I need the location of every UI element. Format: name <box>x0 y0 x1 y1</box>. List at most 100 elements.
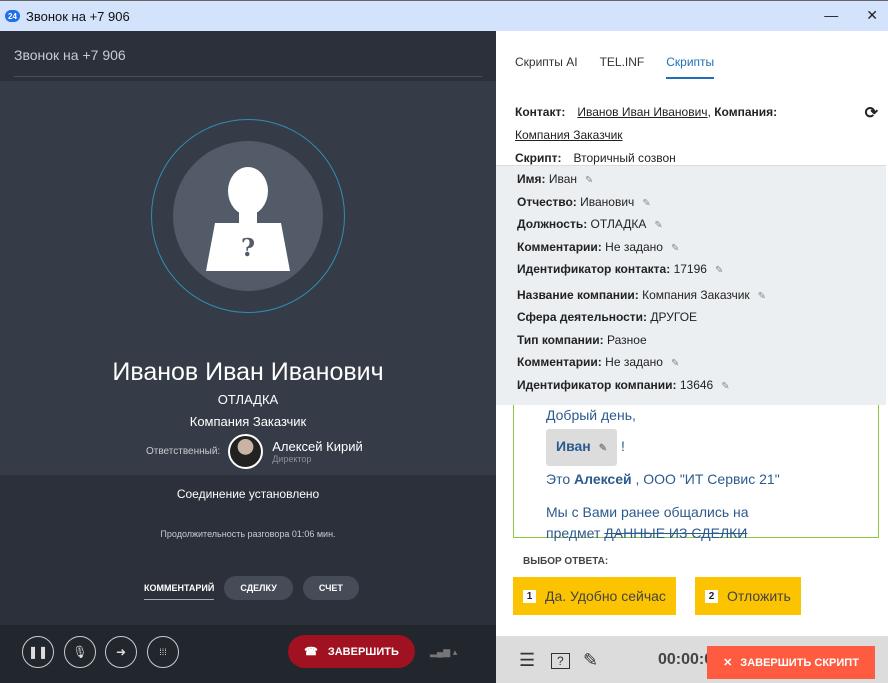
field-value: Компания Заказчик <box>642 287 750 302</box>
help-icon[interactable]: ? <box>551 653 570 669</box>
contact-company: Компания Заказчик <box>189 414 307 429</box>
microphone-icon: 🎙 <box>72 645 88 659</box>
pencil-icon[interactable]: ✎ <box>642 198 650 209</box>
script-info: Контакт: Иванов Иван Иванович, Компания: … <box>515 105 778 165</box>
pause-icon: ❚❚ <box>27 645 49 659</box>
script-line: Мы с Вами ранее общались на <box>546 504 749 520</box>
pencil-icon[interactable]: ✎ <box>758 291 766 302</box>
call-panel: Звонок на +7 906 ? Иванов Иван Иванович … <box>0 31 496 683</box>
pencil-icon[interactable]: ✎ <box>585 175 593 186</box>
field-row: Должность: ОТЛАДКА ✎ <box>517 217 886 240</box>
responsible-name[interactable]: Алексей Кирий <box>272 439 363 454</box>
refresh-icon[interactable]: ⟳ <box>865 103 878 123</box>
call-duration: Продолжительность разговора 01:06 мин. <box>160 529 336 539</box>
field-value: 17196 <box>673 262 707 276</box>
app-logo-icon: 24 <box>5 10 20 22</box>
end-call-button[interactable]: ☎ ЗАВЕРШИТЬ <box>288 635 415 668</box>
svg-text:?: ? <box>241 233 255 262</box>
close-button[interactable]: ✕ <box>866 7 878 24</box>
title-bar: 24 Звонок на +7 906 — ✕ <box>0 0 888 31</box>
answer-number: 1 <box>523 589 536 603</box>
field-label: Идентификатор компании: <box>517 377 677 392</box>
tab-comment[interactable]: КОММЕНТАРИЙ <box>144 576 215 600</box>
field-label: Сфера деятельности: <box>517 310 648 324</box>
avatar: ? <box>173 141 323 291</box>
deal-data-placeholder: ДАННЫЕ ИЗ СДЕЛКИ <box>604 525 748 541</box>
end-script-button[interactable]: ✕ ЗАВЕРШИТЬ СКРИПТ <box>707 646 875 679</box>
answer-label-text: Отложить <box>727 588 791 604</box>
pencil-icon[interactable]: ✎ <box>583 650 598 671</box>
field-value: Не задано <box>605 239 663 254</box>
pencil-icon[interactable]: ✎ <box>671 358 679 369</box>
script-text: Добрый день, Иван ✎ ! Это Алексей , ООО "… <box>513 405 879 541</box>
tab-tel-inf[interactable]: TEL.INF <box>600 55 645 79</box>
user-silhouette-icon: ? <box>206 167 290 271</box>
signal-icon[interactable]: ▂▄▆ ▴ <box>430 647 457 658</box>
pencil-icon[interactable]: ✎ <box>721 381 729 392</box>
name-chip[interactable]: Иван ✎ <box>546 429 618 466</box>
avatar-ring: ? <box>151 119 345 313</box>
pencil-icon[interactable]: ✎ <box>654 220 662 231</box>
window-title: Звонок на +7 906 <box>26 8 130 24</box>
script-this: Это <box>546 471 571 487</box>
field-value: Иванович <box>580 194 635 209</box>
pause-button[interactable]: ❚❚ <box>22 636 54 668</box>
company-label: Компания: <box>714 105 778 119</box>
tab-invoice[interactable]: СЧЕТ <box>302 576 359 600</box>
divider <box>14 76 482 77</box>
field-label: Отчество: <box>517 194 577 209</box>
pencil-icon: ✎ <box>598 443 608 454</box>
script-org: , ООО "ИТ Сервис 21" <box>635 471 780 487</box>
responsible-avatar[interactable] <box>228 434 264 469</box>
field-row: Сфера деятельности: ДРУГОЕ <box>517 310 886 333</box>
field-value: Разное <box>607 332 647 347</box>
mute-button[interactable]: 🎙 <box>64 636 96 668</box>
end-call-label: ЗАВЕРШИТЬ <box>327 645 399 658</box>
field-row: Комментарии: Не задано ✎ <box>517 240 886 263</box>
keypad-icon: ⁞⁞⁞ <box>159 647 167 657</box>
agent-name: Алексей <box>574 471 632 487</box>
end-script-label: ЗАВЕРШИТЬ СКРИПТ <box>740 656 859 669</box>
field-row: Идентификатор компании: 13646 ✎ <box>517 378 886 401</box>
field-label: Тип компании: <box>517 332 604 347</box>
pencil-icon[interactable]: ✎ <box>671 243 679 254</box>
tab-scripts-ai[interactable]: Скрипты AI <box>515 55 578 79</box>
scripts-panel: Скрипты AI TEL.INF Скрипты Контакт: Ивано… <box>496 31 888 683</box>
contact-position: ОТЛАДКА <box>217 392 279 407</box>
field-row: Отчество: Иванович ✎ <box>517 195 886 218</box>
answer-number: 2 <box>705 589 718 603</box>
pencil-icon[interactable]: ✎ <box>715 265 723 276</box>
hangup-icon: ☎ <box>304 646 318 658</box>
answer-label-text: Да. Удобно сейчас <box>545 588 666 604</box>
field-value: ДРУГОЕ <box>650 310 698 324</box>
script-excl: ! <box>621 438 625 454</box>
contact-card: ? Иванов Иван Иванович ОТЛАДКА Компания … <box>0 81 496 475</box>
menu-icon[interactable]: ☰ <box>519 650 535 671</box>
script-line: предмет <box>546 525 601 541</box>
contact-link[interactable]: Иванов Иван Иванович <box>577 105 707 119</box>
field-row: Тип компании: Разное <box>517 333 886 356</box>
answer-label: ВЫБОР ОТВЕТА: <box>523 556 609 567</box>
arrow-right-icon: ➜ <box>115 645 127 659</box>
script-toolbar: ☰ ? ✎ 00:00:0 ✕ ЗАВЕРШИТЬ СКРИПТ <box>496 636 888 683</box>
contact-label: Контакт: <box>515 105 566 119</box>
tab-scripts[interactable]: Скрипты <box>666 55 715 79</box>
company-link[interactable]: Компания Заказчик <box>515 128 623 142</box>
field-label: Комментарии: <box>517 239 602 254</box>
responsible-position: Директор <box>272 454 312 464</box>
answer-button-1[interactable]: 1 Да. Удобно сейчас <box>513 577 676 615</box>
call-status: Соединение установлено <box>176 487 320 501</box>
field-value: Иван <box>548 172 578 186</box>
keypad-button[interactable]: ⁞⁞⁞ <box>147 636 179 668</box>
field-row: Название компании: Компания Заказчик ✎ <box>517 288 886 311</box>
transfer-button[interactable]: ➜ <box>105 636 137 668</box>
responsible: Ответственный: Алексей Кирий Директор <box>146 434 363 469</box>
minimize-button[interactable]: — <box>824 7 838 24</box>
field-value: 13646 <box>679 377 714 392</box>
script-timer: 00:00:0 <box>658 651 714 668</box>
script-greeting: Добрый день, <box>546 407 636 423</box>
script-label: Скрипт: <box>515 151 562 165</box>
tab-deal[interactable]: СДЕЛКУ <box>224 576 293 600</box>
answer-button-2[interactable]: 2 Отложить <box>695 577 801 615</box>
field-label: Комментарии: <box>517 355 602 369</box>
